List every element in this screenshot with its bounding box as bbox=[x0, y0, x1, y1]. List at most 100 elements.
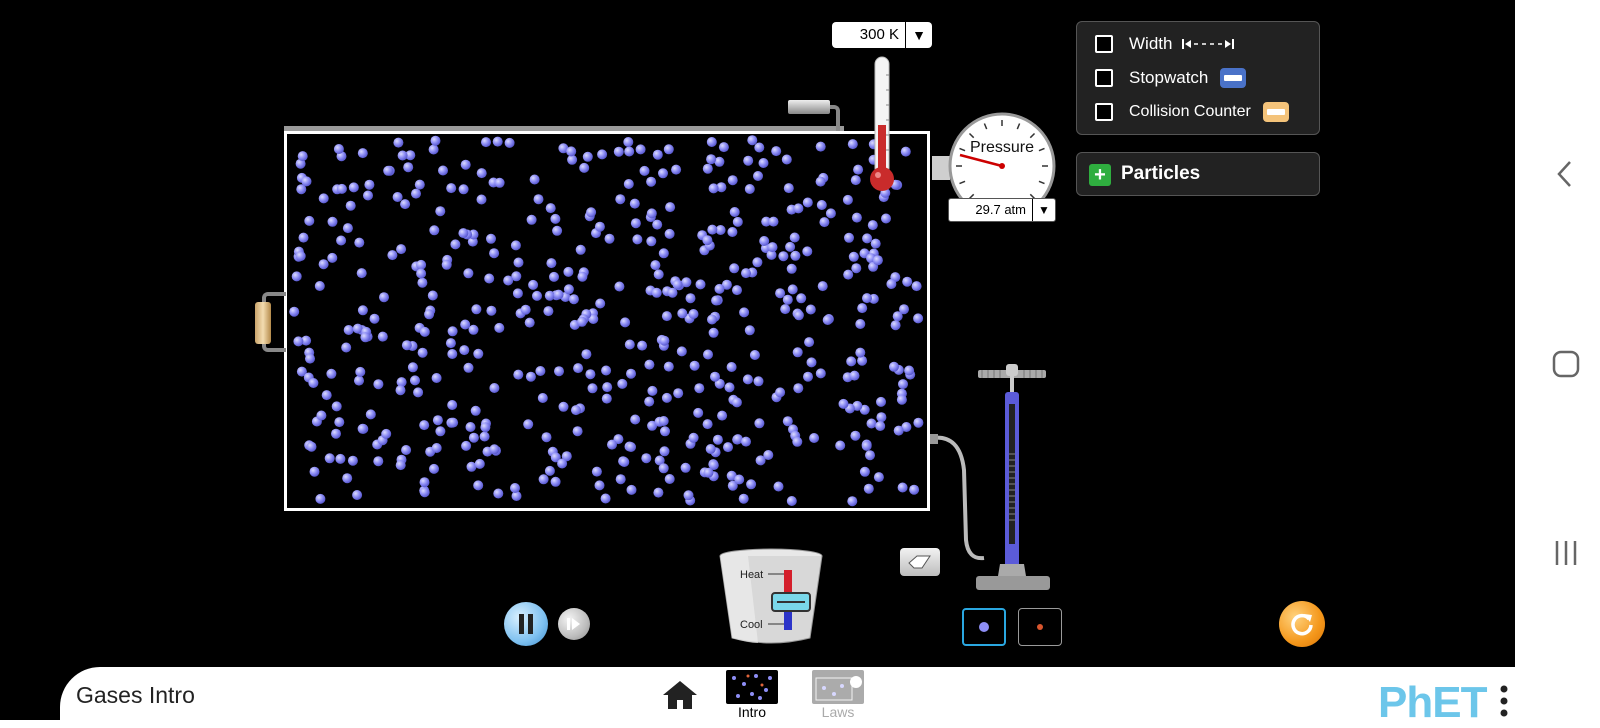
gas-particle bbox=[623, 137, 634, 147]
gas-particle bbox=[435, 206, 446, 217]
gas-particle bbox=[782, 416, 793, 427]
gas-particle bbox=[620, 317, 631, 328]
intro-screen-icon[interactable] bbox=[726, 670, 778, 704]
gas-particle bbox=[520, 304, 531, 315]
gas-particle bbox=[703, 467, 714, 478]
gas-particle bbox=[417, 347, 428, 358]
heavy-particle-button[interactable] bbox=[962, 608, 1006, 646]
gas-particle bbox=[724, 382, 735, 393]
gas-container bbox=[284, 131, 930, 511]
stopwatch-checkbox[interactable] bbox=[1095, 69, 1113, 87]
gas-particle bbox=[447, 326, 458, 337]
gas-particle bbox=[658, 168, 668, 179]
gas-particle bbox=[731, 397, 742, 408]
eraser-button[interactable] bbox=[900, 548, 940, 576]
laws-screen-label[interactable]: Laws bbox=[808, 704, 868, 720]
gas-particle bbox=[855, 347, 866, 358]
gas-particle bbox=[417, 277, 428, 288]
gas-particle bbox=[407, 362, 418, 373]
gas-particle bbox=[835, 440, 846, 451]
gas-particle bbox=[615, 194, 626, 205]
gas-particle bbox=[693, 407, 704, 418]
gas-particle bbox=[438, 165, 448, 176]
reset-all-button[interactable] bbox=[1279, 601, 1325, 647]
container-width-handle[interactable] bbox=[255, 302, 271, 344]
step-forward-icon bbox=[567, 618, 580, 630]
gas-particle bbox=[577, 271, 588, 282]
gas-particle bbox=[594, 221, 605, 232]
step-forward-button[interactable] bbox=[558, 608, 590, 640]
home-icon[interactable] bbox=[662, 680, 698, 710]
home-circle-icon[interactable] bbox=[1552, 350, 1580, 378]
gas-particle bbox=[481, 137, 491, 148]
gas-particle bbox=[660, 426, 670, 437]
gas-particle bbox=[304, 215, 315, 226]
gas-particle bbox=[489, 248, 500, 259]
collision-counter-checkbox-row[interactable]: Collision Counter bbox=[1095, 100, 1289, 124]
phet-logo[interactable]: PhET bbox=[1378, 678, 1487, 728]
particles-panel[interactable]: + Particles bbox=[1076, 152, 1320, 196]
stopwatch-checkbox-row[interactable]: Stopwatch bbox=[1095, 66, 1247, 90]
gas-particle bbox=[703, 349, 713, 360]
gas-particle bbox=[579, 162, 590, 173]
gas-particle bbox=[683, 490, 694, 501]
gas-particle bbox=[663, 144, 674, 155]
gas-particle bbox=[676, 346, 687, 357]
pause-button[interactable] bbox=[504, 602, 548, 646]
gas-particle bbox=[661, 311, 672, 322]
gas-particle bbox=[671, 164, 682, 175]
laws-screen-icon[interactable] bbox=[812, 670, 864, 704]
gas-particle bbox=[785, 241, 796, 252]
gas-particle bbox=[419, 420, 430, 431]
gas-particle bbox=[401, 445, 412, 455]
gas-particle bbox=[309, 466, 320, 477]
width-checkbox[interactable] bbox=[1095, 35, 1113, 53]
gas-particle bbox=[747, 135, 758, 146]
gas-particle bbox=[706, 137, 717, 147]
gas-particle bbox=[552, 225, 563, 236]
gas-particle bbox=[298, 232, 309, 243]
gas-particle bbox=[295, 251, 306, 262]
width-checkbox-row[interactable]: Width bbox=[1095, 32, 1235, 56]
gas-particle bbox=[893, 425, 904, 436]
gas-particle bbox=[591, 466, 602, 477]
intro-screen-label[interactable]: Intro bbox=[722, 704, 782, 720]
gas-particle bbox=[614, 281, 625, 292]
gas-particle bbox=[727, 227, 738, 237]
pressure-readout[interactable]: 29.7 atm ▼ bbox=[948, 198, 1056, 222]
gas-particle bbox=[688, 432, 699, 443]
gas-particle bbox=[318, 193, 329, 204]
gas-particle bbox=[321, 390, 332, 401]
gas-particle bbox=[459, 345, 470, 356]
gas-particle bbox=[383, 165, 394, 176]
gas-particle bbox=[626, 442, 636, 452]
temperature-readout[interactable]: 300 K ▼ bbox=[832, 22, 932, 48]
gas-particle bbox=[658, 463, 669, 474]
gas-particle bbox=[553, 289, 564, 300]
phet-menu-icon[interactable] bbox=[1500, 684, 1508, 718]
gas-particle bbox=[644, 396, 655, 407]
back-icon[interactable] bbox=[1556, 160, 1572, 188]
gas-particle bbox=[535, 366, 546, 376]
dropdown-arrow-icon[interactable]: ▼ bbox=[1033, 203, 1055, 217]
gas-particle bbox=[866, 418, 877, 429]
bicycle-pump[interactable] bbox=[976, 364, 1056, 594]
heat-cool-slider[interactable] bbox=[771, 592, 811, 612]
expand-plus-icon[interactable]: + bbox=[1089, 164, 1111, 186]
light-particle-button[interactable] bbox=[1018, 608, 1062, 646]
gas-particle bbox=[526, 214, 537, 225]
lid-handle[interactable] bbox=[788, 100, 830, 114]
gas-particle bbox=[476, 168, 487, 179]
gas-particle bbox=[898, 379, 908, 390]
dropdown-arrow-icon[interactable]: ▼ bbox=[906, 27, 932, 43]
collision-counter-checkbox[interactable] bbox=[1095, 103, 1113, 121]
gas-particle bbox=[778, 251, 789, 262]
gas-particle bbox=[844, 232, 854, 243]
gas-particle bbox=[532, 290, 542, 301]
stopwatch-label: Stopwatch bbox=[1129, 68, 1209, 87]
gas-particle bbox=[364, 179, 375, 190]
gas-particle bbox=[768, 216, 779, 227]
gas-particle bbox=[624, 146, 635, 157]
recent-apps-icon[interactable] bbox=[1554, 540, 1578, 566]
gas-particle bbox=[473, 480, 484, 491]
